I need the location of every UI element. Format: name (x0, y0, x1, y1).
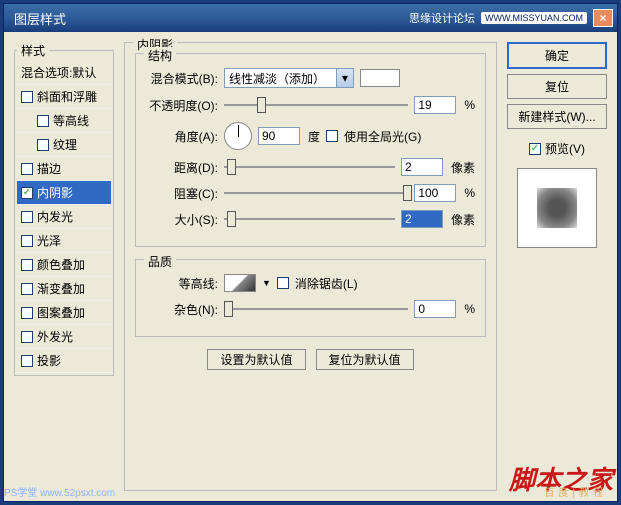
blend-mode-label: 混合模式(B): (146, 70, 218, 87)
window-title: 图层样式 (8, 9, 409, 28)
style-item-label: 混合选项:默认 (21, 64, 96, 81)
contour-label: 等高线: (146, 275, 218, 292)
style-item-label: 斜面和浮雕 (37, 88, 97, 105)
antialias-label: 消除锯齿(L) (295, 275, 358, 292)
angle-label: 角度(A): (146, 128, 218, 145)
style-checkbox[interactable] (21, 259, 33, 271)
style-item-0[interactable]: 混合选项:默认 (17, 61, 111, 85)
noise-slider[interactable] (224, 300, 408, 318)
preview-box (517, 168, 597, 248)
opacity-label: 不透明度(O): (146, 97, 218, 114)
style-item-label: 等高线 (53, 112, 89, 129)
style-item-9[interactable]: 渐变叠加 (17, 277, 111, 301)
titlebar-right: 思缘设计论坛 WWW.MISSYUAN.COM × (409, 9, 613, 27)
antialias-checkbox[interactable] (277, 277, 289, 289)
quality-fieldset: 品质 等高线: ▼ 消除锯齿(L) 杂色(N): 0 % (135, 259, 486, 337)
style-item-4[interactable]: 描边 (17, 157, 111, 181)
style-item-label: 颜色叠加 (37, 256, 85, 273)
opacity-input[interactable]: 19 (414, 96, 456, 114)
noise-label: 杂色(N): (146, 301, 218, 318)
style-item-2[interactable]: 等高线 (17, 109, 111, 133)
promo-url: WWW.MISSYUAN.COM (481, 12, 587, 24)
titlebar[interactable]: 图层样式 思缘设计论坛 WWW.MISSYUAN.COM × (4, 4, 617, 32)
style-item-6[interactable]: 内发光 (17, 205, 111, 229)
preview-label: 预览(V) (545, 140, 585, 157)
style-item-label: 渐变叠加 (37, 280, 85, 297)
style-item-label: 内阴影 (37, 184, 73, 201)
style-item-7[interactable]: 光泽 (17, 229, 111, 253)
new-style-button[interactable]: 新建样式(W)... (507, 104, 607, 129)
style-checkbox[interactable] (21, 355, 33, 367)
style-checkbox[interactable] (21, 163, 33, 175)
reset-default-button[interactable]: 复位为默认值 (316, 349, 414, 370)
style-item-label: 外发光 (37, 328, 73, 345)
chevron-down-icon: ▾ (336, 69, 353, 87)
watermark-baidu: 百度|教程 (544, 484, 607, 499)
angle-dial[interactable] (224, 122, 252, 150)
size-label: 大小(S): (146, 211, 218, 228)
style-item-label: 内发光 (37, 208, 73, 225)
choke-label: 阻塞(C): (146, 185, 218, 202)
blend-mode-select[interactable]: 线性减淡（添加） ▾ (224, 68, 354, 88)
global-light-checkbox[interactable] (326, 130, 338, 142)
noise-input[interactable]: 0 (414, 300, 456, 318)
color-swatch[interactable] (360, 69, 400, 87)
quality-legend: 品质 (144, 253, 176, 270)
style-checkbox[interactable] (21, 307, 33, 319)
style-item-10[interactable]: 图案叠加 (17, 301, 111, 325)
choke-input[interactable]: 100 (414, 184, 456, 202)
style-item-label: 投影 (37, 352, 61, 369)
distance-label: 距离(D): (146, 159, 218, 176)
style-checkbox[interactable] (21, 211, 33, 223)
choke-slider[interactable] (224, 184, 408, 202)
settings-panel: 内阴影 结构 混合模式(B): 线性减淡（添加） ▾ 不透明度(O): 19 % (124, 42, 497, 491)
style-checkbox[interactable] (21, 91, 33, 103)
watermark-psxt: PS学堂 www.52psxt.com (4, 484, 115, 499)
style-item-12[interactable]: 投影 (17, 349, 111, 373)
style-item-8[interactable]: 颜色叠加 (17, 253, 111, 277)
close-button[interactable]: × (593, 9, 613, 27)
ok-button[interactable]: 确定 (507, 42, 607, 69)
layer-style-dialog: 图层样式 思缘设计论坛 WWW.MISSYUAN.COM × 样式 混合选项:默… (3, 3, 618, 502)
chevron-down-icon[interactable]: ▼ (262, 278, 271, 288)
style-item-3[interactable]: 纹理 (17, 133, 111, 157)
styles-panel: 样式 混合选项:默认斜面和浮雕等高线纹理描边 ✓ 内阴影内发光光泽颜色叠加渐变叠加图… (14, 42, 114, 376)
distance-input[interactable]: 2 (401, 158, 443, 176)
style-checkbox[interactable]: ✓ (21, 187, 33, 199)
distance-slider[interactable] (224, 158, 395, 176)
size-slider[interactable] (224, 210, 395, 228)
global-light-label: 使用全局光(G) (344, 128, 421, 145)
opacity-slider[interactable] (224, 96, 408, 114)
style-item-label: 纹理 (53, 136, 77, 153)
cancel-button[interactable]: 复位 (507, 74, 607, 99)
set-default-button[interactable]: 设置为默认值 (207, 349, 305, 370)
style-checkbox[interactable] (21, 283, 33, 295)
style-checkbox[interactable] (37, 139, 49, 151)
style-checkbox[interactable] (21, 235, 33, 247)
style-item-5[interactable]: ✓ 内阴影 (17, 181, 111, 205)
style-checkbox[interactable] (21, 331, 33, 343)
style-item-11[interactable]: 外发光 (17, 325, 111, 349)
style-item-label: 图案叠加 (37, 304, 85, 321)
style-checkbox[interactable] (37, 115, 49, 127)
style-item-label: 描边 (37, 160, 61, 177)
style-item-label: 光泽 (37, 232, 61, 249)
structure-fieldset: 结构 混合模式(B): 线性减淡（添加） ▾ 不透明度(O): 19 % (135, 53, 486, 247)
promo-text: 思缘设计论坛 (409, 10, 475, 26)
styles-legend: 样式 (17, 42, 49, 59)
angle-input[interactable]: 90 (258, 127, 300, 145)
contour-picker[interactable] (224, 274, 256, 292)
style-item-1[interactable]: 斜面和浮雕 (17, 85, 111, 109)
structure-legend: 结构 (144, 47, 176, 64)
preview-checkbox[interactable]: ✓ (529, 143, 541, 155)
size-input[interactable]: 2 (401, 210, 443, 228)
